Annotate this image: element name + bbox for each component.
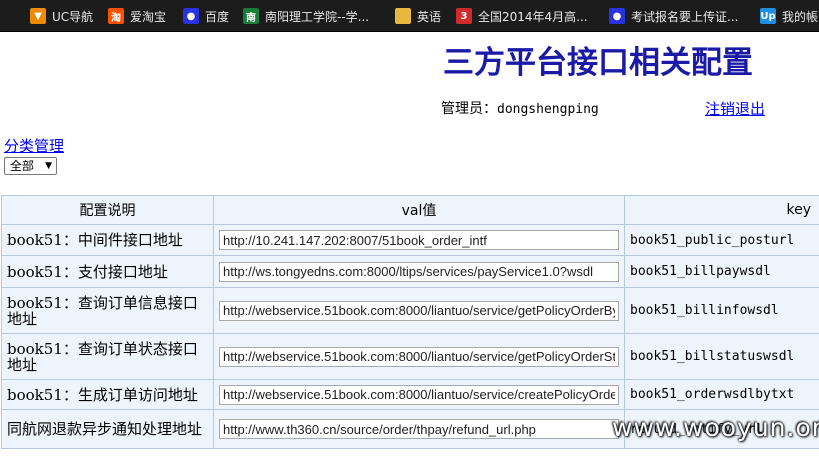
row-key: book51_billpaywsdl bbox=[624, 255, 819, 288]
val-input[interactable] bbox=[219, 419, 619, 439]
up-icon: Up bbox=[760, 8, 776, 24]
bookmark-uc-nav[interactable]: ▼ UC导航 bbox=[30, 6, 93, 26]
taobao-icon: 淘 bbox=[108, 8, 124, 24]
category-management-link[interactable]: 分类管理 bbox=[4, 135, 64, 156]
admin-info: 管理员：dongshengping bbox=[441, 98, 599, 118]
table-header-row: 配置说明 val值 key bbox=[1, 195, 819, 225]
row-desc: book51：查询订单状态接口地址 bbox=[1, 333, 214, 380]
row-val-cell bbox=[213, 409, 625, 449]
row-key: book51_billstatuswsdl bbox=[624, 333, 819, 380]
watermark: www.wooyun.org bbox=[612, 413, 819, 442]
row-val-cell bbox=[213, 333, 625, 380]
bookmark-label: 全国2014年4月高... bbox=[478, 9, 588, 24]
bookmark-nyist[interactable]: 南 南阳理工学院--学... bbox=[243, 6, 369, 26]
row-desc: book51：生成订单访问地址 bbox=[1, 379, 214, 410]
logout-link[interactable]: 注销退出 bbox=[705, 98, 765, 119]
bookmark-label: 爱淘宝 bbox=[130, 9, 167, 24]
folder-icon bbox=[395, 8, 411, 24]
column-header-desc: 配置说明 bbox=[1, 195, 214, 225]
baidu-paw-icon: ● bbox=[183, 8, 199, 24]
val-input[interactable] bbox=[219, 300, 619, 321]
baidu-paw-icon: ● bbox=[609, 8, 625, 24]
bookmark-label: 英语 bbox=[417, 9, 442, 24]
row-val-cell bbox=[213, 224, 625, 256]
bookmark-label: UC导航 bbox=[52, 9, 94, 24]
bookmark-taobao[interactable]: 淘 爱淘宝 bbox=[108, 6, 166, 26]
row-desc: 同航网退款异步通知处理地址 bbox=[1, 409, 214, 449]
row-val-cell bbox=[213, 379, 625, 410]
val-input[interactable] bbox=[219, 346, 619, 367]
school-icon: 南 bbox=[243, 8, 259, 24]
bookmark-english-folder[interactable]: 英语 bbox=[395, 6, 441, 26]
admin-name: dongshengping bbox=[497, 102, 599, 117]
table-row: book51：生成订单访问地址 book51_orderwsdlbytxt bbox=[1, 379, 819, 410]
row-desc: book51：查询订单信息接口地址 bbox=[1, 287, 214, 334]
bookmarks-bar: ▼ UC导航 淘 爱淘宝 ● 百度 南 南阳理工学院--学... 英语 3 全国… bbox=[0, 0, 819, 32]
row-val-cell bbox=[213, 255, 625, 288]
row-desc: book51：支付接口地址 bbox=[1, 255, 214, 288]
table-row: book51：查询订单状态接口地址 book51_billstatuswsdl bbox=[1, 333, 819, 380]
val-input[interactable] bbox=[219, 384, 619, 405]
row-key: book51_orderwsdlbytxt bbox=[624, 379, 819, 410]
site-icon: 3 bbox=[456, 8, 472, 24]
table-row: book51：查询订单信息接口地址 book51_billinfowsdl bbox=[1, 287, 819, 334]
table-row: book51：支付接口地址 book51_billpaywsdl bbox=[1, 255, 819, 288]
column-header-val: val值 bbox=[213, 195, 625, 225]
bookmark-label: 百度 bbox=[205, 9, 230, 24]
page-title: 三方平台接口相关配置 bbox=[443, 45, 753, 81]
bookmark-baidu[interactable]: ● 百度 bbox=[183, 6, 229, 26]
bookmark-exam-2014[interactable]: 3 全国2014年4月高... bbox=[456, 6, 588, 26]
chevron-down-icon: ▼ bbox=[45, 161, 52, 171]
admin-label: 管理员： bbox=[441, 101, 497, 117]
bookmark-exam-signup[interactable]: ● 考试报名要上传证... bbox=[609, 6, 738, 26]
bookmark-label: 南阳理工学院--学... bbox=[265, 9, 370, 24]
val-input[interactable] bbox=[219, 230, 619, 250]
bookmark-label: 我的帳 bbox=[782, 9, 819, 24]
row-desc: book51：中间件接口地址 bbox=[1, 224, 214, 256]
row-val-cell bbox=[213, 287, 625, 334]
category-select-value: 全部 bbox=[10, 159, 35, 173]
column-header-key: key bbox=[624, 195, 819, 225]
config-table: 配置说明 val值 key book51：中间件接口地址 book51_publ… bbox=[1, 195, 819, 449]
category-select[interactable]: 全部 ▼ bbox=[4, 157, 57, 175]
row-key: book51_public_posturl bbox=[624, 224, 819, 256]
bookmark-label: 考试报名要上传证... bbox=[631, 9, 739, 24]
val-input[interactable] bbox=[219, 261, 619, 282]
bookmark-my-account[interactable]: Up 我的帳 bbox=[760, 6, 818, 26]
uc-icon: ▼ bbox=[30, 8, 46, 24]
table-row: book51：中间件接口地址 book51_public_posturl bbox=[1, 224, 819, 256]
row-key: book51_billinfowsdl bbox=[624, 287, 819, 334]
